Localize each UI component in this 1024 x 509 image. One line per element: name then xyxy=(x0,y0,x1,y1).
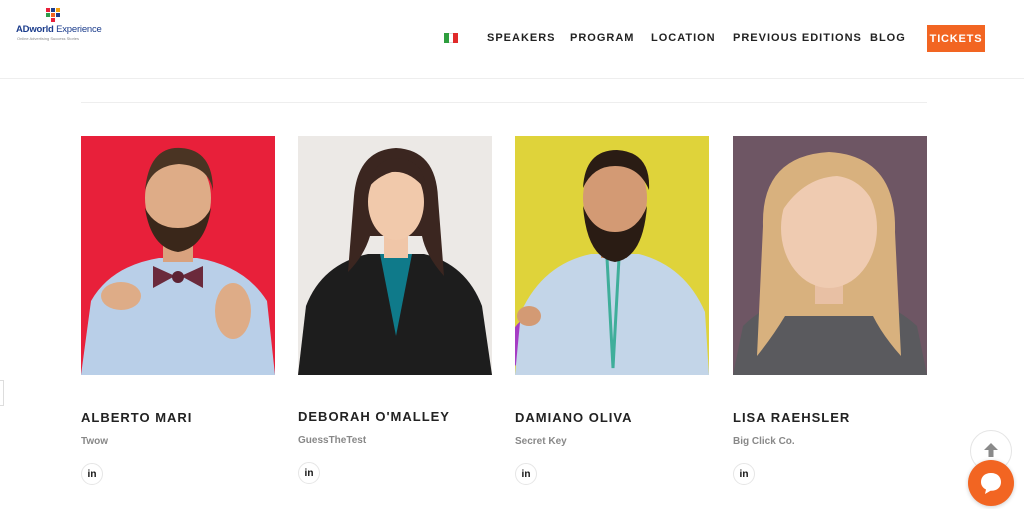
nav-location[interactable]: LOCATION xyxy=(651,32,716,44)
speaker-name: DEBORAH O'MALLEY xyxy=(298,409,450,424)
speaker-photo[interactable] xyxy=(515,136,709,375)
linkedin-icon[interactable]: in xyxy=(298,462,320,484)
speaker-card: DEBORAH O'MALLEY GuessTheTest in xyxy=(298,136,492,484)
logo-squares xyxy=(46,8,60,22)
speaker-photo[interactable] xyxy=(733,136,927,375)
nav-speakers[interactable]: SPEAKERS xyxy=(487,32,556,44)
section-divider xyxy=(81,102,927,103)
site-header: ADworld Experience Online Advertising Su… xyxy=(0,0,1024,79)
main-nav: SPEAKERS PROGRAM LOCATION PREVIOUS EDITI… xyxy=(0,25,1024,52)
speaker-card: DAMIANO OLIVA Secret Key in xyxy=(515,136,709,485)
tickets-button[interactable]: TICKETS xyxy=(927,25,985,52)
speaker-company: GuessTheTest xyxy=(298,435,367,446)
side-tab-handle[interactable] xyxy=(0,380,4,406)
nav-program[interactable]: PROGRAM xyxy=(570,32,634,44)
speaker-name: ALBERTO MARI xyxy=(81,410,193,425)
chat-bubble-icon[interactable] xyxy=(968,460,1014,506)
linkedin-icon[interactable]: in xyxy=(81,463,103,485)
speaker-name: LISA RAEHSLER xyxy=(733,410,851,425)
nav-blog[interactable]: BLOG xyxy=(870,32,906,44)
speaker-card: LISA RAEHSLER Big Click Co. in xyxy=(733,136,927,485)
linkedin-icon[interactable]: in xyxy=(733,463,755,485)
italian-flag-icon[interactable] xyxy=(444,33,459,43)
speaker-photo[interactable] xyxy=(81,136,275,375)
nav-previous-editions[interactable]: PREVIOUS EDITIONS xyxy=(733,32,862,44)
speaker-company: Secret Key xyxy=(515,436,567,447)
speaker-card: ALBERTO MARI Twow in xyxy=(81,136,275,485)
linkedin-icon[interactable]: in xyxy=(515,463,537,485)
speaker-company: Twow xyxy=(81,436,109,447)
speaker-photo[interactable] xyxy=(298,136,492,375)
speaker-name: DAMIANO OLIVA xyxy=(515,410,633,425)
speaker-company: Big Click Co. xyxy=(733,436,795,447)
